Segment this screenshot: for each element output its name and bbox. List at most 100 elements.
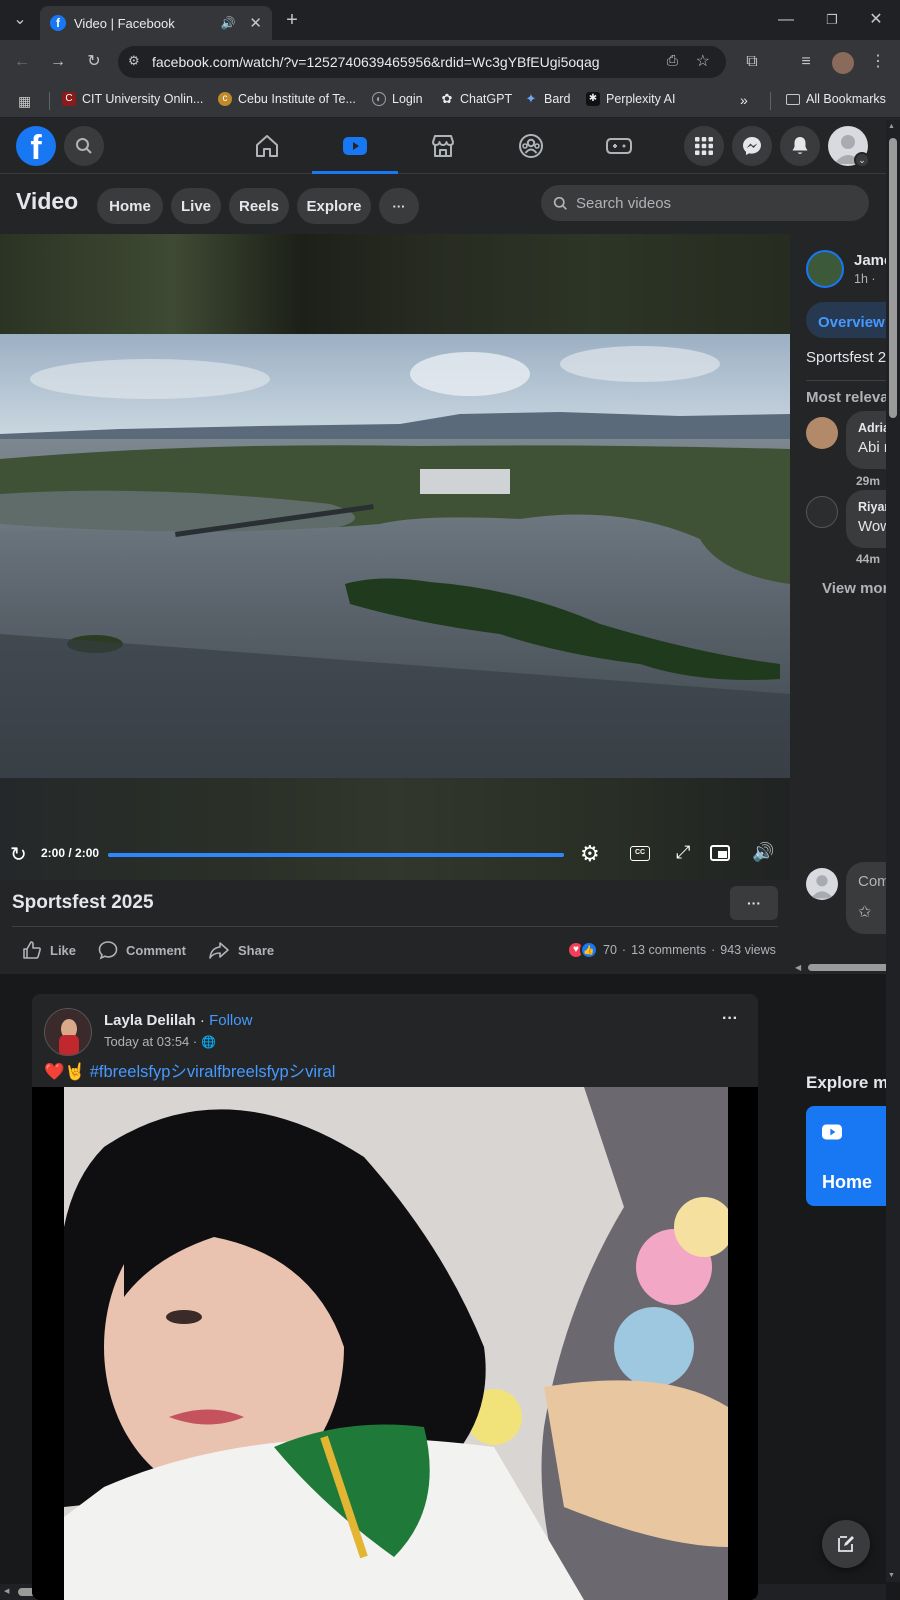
- comment-time: 44m: [856, 552, 881, 566]
- tab-reels[interactable]: Reels: [229, 188, 289, 224]
- like-reaction-icon: 👍: [580, 941, 598, 959]
- messenger-button[interactable]: [732, 126, 772, 166]
- login-icon: ◐: [372, 92, 386, 106]
- media-control-icon[interactable]: ≡: [792, 48, 820, 76]
- notifications-button[interactable]: [780, 126, 820, 166]
- browser-tab[interactable]: f Video | Facebook 🔊 ✕: [40, 6, 272, 40]
- scroll-left-icon[interactable]: ◀: [795, 963, 801, 972]
- progress-track[interactable]: [108, 853, 564, 857]
- post-time[interactable]: Today at 03:54 ·: [104, 1034, 197, 1049]
- account-chevron-icon[interactable]: ⌄: [854, 152, 870, 168]
- view-more-comments[interactable]: View mor: [822, 580, 888, 597]
- avatar-sticker-icon[interactable]: ✩: [858, 902, 871, 922]
- divider: [770, 92, 771, 110]
- comments-count[interactable]: 13 comments: [631, 943, 706, 957]
- new-tab-icon[interactable]: +: [278, 6, 306, 34]
- bookmark-chatgpt[interactable]: ✿ ChatGPT: [440, 92, 513, 107]
- page-v-scrollbar[interactable]: ▲ ▼: [886, 120, 900, 1582]
- browser-tab-bar: ⌄ f Video | Facebook 🔊 ✕ + — ❐ ✕: [0, 0, 900, 40]
- video-blur-top: [0, 234, 790, 334]
- search-videos-field[interactable]: Search videos: [541, 185, 869, 221]
- replay-icon[interactable]: ↻: [10, 842, 27, 867]
- hashtag-link[interactable]: #fbreelsfypシviralfbreelsfypシviral: [90, 1063, 336, 1081]
- caption-emoji: ❤️🤘: [44, 1063, 86, 1081]
- tab-live[interactable]: Live: [171, 188, 221, 224]
- all-bookmarks[interactable]: All Bookmarks: [786, 92, 886, 106]
- share-button[interactable]: Share: [208, 940, 274, 960]
- most-relevant-filter[interactable]: Most releva: [806, 389, 889, 406]
- reload-icon[interactable]: ↻: [80, 48, 108, 76]
- window-close-icon[interactable]: ✕: [862, 6, 890, 34]
- tab-search-icon[interactable]: ⌄: [6, 6, 34, 34]
- video-options-button[interactable]: ···: [730, 886, 778, 920]
- video-player[interactable]: ↻ 2:00 / 2:00 ⚙ CC ⤢ 🔊: [0, 234, 790, 880]
- bookmark-cebu-institute[interactable]: c Cebu Institute of Te...: [218, 92, 356, 106]
- browser-menu-icon[interactable]: ⋮: [864, 48, 892, 76]
- search-button[interactable]: [64, 126, 104, 166]
- site-info-icon[interactable]: ⚙: [128, 53, 140, 69]
- restore-icon[interactable]: ❐: [818, 6, 846, 34]
- profile-avatar[interactable]: [832, 52, 854, 74]
- url-text: facebook.com/watch/?v=1252740639465956&r…: [152, 54, 600, 70]
- bookmark-bard[interactable]: ✦ Bard: [524, 92, 571, 107]
- groups-icon: [519, 134, 543, 158]
- commenter-avatar[interactable]: [806, 496, 838, 528]
- video-icon: [822, 1124, 842, 1140]
- bookmark-star-icon[interactable]: ☆: [696, 51, 710, 71]
- close-tab-icon[interactable]: ✕: [249, 14, 262, 32]
- settings-gear-icon[interactable]: ⚙: [580, 841, 600, 867]
- commenter-avatar[interactable]: [806, 417, 838, 449]
- my-avatar: [806, 868, 838, 900]
- extensions-icon[interactable]: ⧉: [738, 48, 766, 76]
- tab-explore[interactable]: Explore: [297, 188, 371, 224]
- apps-grid-icon[interactable]: ▦: [18, 93, 31, 110]
- search-videos-placeholder: Search videos: [576, 194, 672, 212]
- tab-home[interactable]: Home: [97, 188, 163, 224]
- progress-fill: [108, 853, 564, 857]
- author-avatar[interactable]: [806, 250, 844, 288]
- scroll-left-icon[interactable]: ◀: [4, 1587, 9, 1595]
- post-caption: ❤️🤘 #fbreelsfypシviralfbreelsfypシviral: [44, 1058, 335, 1082]
- address-bar[interactable]: ⚙ facebook.com/watch/?v=1252740639465956…: [118, 46, 726, 78]
- like-button[interactable]: Like: [22, 940, 76, 960]
- post-meta: Today at 03:54 · 🌐: [104, 1034, 216, 1049]
- bookmarks-overflow[interactable]: »: [740, 92, 748, 108]
- post-options-button[interactable]: ···: [722, 1010, 738, 1028]
- forward-icon[interactable]: →: [44, 48, 72, 76]
- bell-icon: [792, 137, 808, 154]
- volume-icon[interactable]: 🔊: [752, 842, 774, 863]
- facebook-logo[interactable]: f: [16, 126, 56, 166]
- follow-link[interactable]: Follow: [209, 1012, 252, 1029]
- facebook-header: f ⌄: [0, 118, 900, 174]
- back-icon[interactable]: ←: [8, 48, 36, 76]
- comment-icon: [98, 941, 118, 960]
- fullscreen-icon[interactable]: ⤢: [676, 842, 690, 863]
- new-message-button[interactable]: [822, 1520, 870, 1568]
- messenger-icon: [743, 137, 761, 155]
- post-author-name[interactable]: Layla Delilah: [104, 1012, 196, 1029]
- more-tabs-button[interactable]: ···: [379, 188, 419, 224]
- scroll-up-icon[interactable]: ▲: [888, 123, 895, 130]
- menu-button[interactable]: [684, 126, 724, 166]
- speaker-icon[interactable]: 🔊: [220, 16, 235, 30]
- side-h-scrollbar[interactable]: ◀: [790, 960, 900, 974]
- bookmark-login[interactable]: ◐ Login: [372, 92, 423, 106]
- video-description: Sportsfest 2: [806, 349, 887, 366]
- page-title: Video: [16, 188, 79, 214]
- page-scroll-thumb[interactable]: [889, 138, 897, 418]
- post-author-avatar[interactable]: [44, 1008, 92, 1056]
- comment-button[interactable]: Comment: [98, 940, 186, 960]
- captions-icon[interactable]: CC: [630, 846, 650, 861]
- bookmark-cit-online[interactable]: C CIT University Onlin...: [62, 92, 203, 106]
- bookmark-perplexity[interactable]: ✱ Perplexity AI: [586, 92, 675, 106]
- reaction-count[interactable]: 70: [603, 943, 617, 957]
- minimize-icon[interactable]: —: [772, 6, 800, 34]
- install-app-icon[interactable]: ⎙: [667, 52, 678, 69]
- comment-time: 29m: [856, 474, 881, 488]
- nav-gaming[interactable]: [564, 118, 674, 174]
- scroll-down-icon[interactable]: ▼: [888, 1572, 895, 1579]
- facebook-favicon-icon: f: [50, 15, 66, 31]
- post-time: 1h ·: [854, 272, 876, 286]
- post-video[interactable]: [32, 1087, 758, 1600]
- miniplayer-icon[interactable]: [710, 845, 730, 861]
